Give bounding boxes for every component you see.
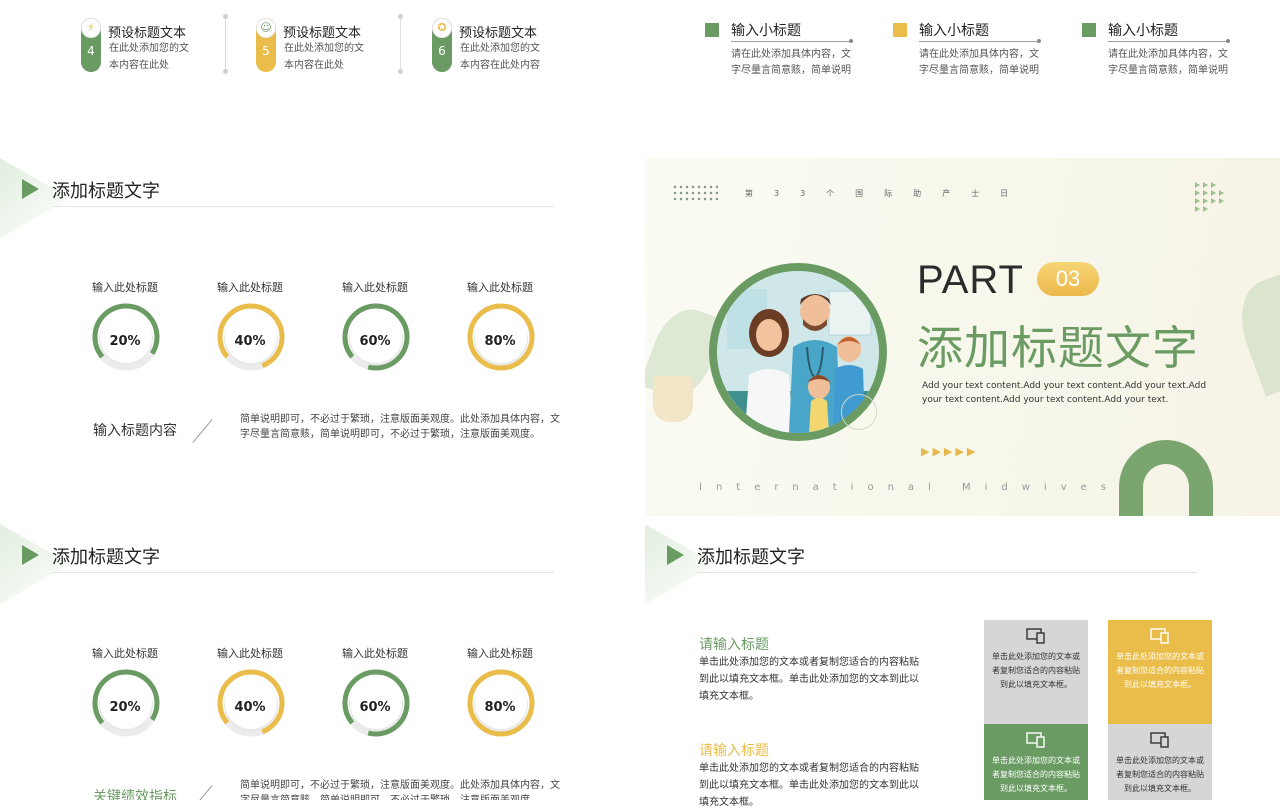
part-label: PART — [917, 258, 1024, 302]
step-desc: 在此处添加您的文本内容在此处 — [109, 43, 189, 71]
step-desc: 在此处添加您的文本内容在此处内容 — [460, 43, 540, 71]
gauge-label: 输入此处标题 — [467, 647, 533, 660]
card-text: 单击此处添加您的文本或者复制您适合的内容粘贴到此以填充文本框。 — [1116, 652, 1204, 689]
devices-icon — [1150, 628, 1169, 644]
devices-icon — [1026, 732, 1045, 748]
gauge-value: 40% — [234, 334, 266, 349]
subtitle-title: 输入小标题 — [731, 23, 801, 39]
step-desc: 在此处添加您的文本内容在此处 — [284, 43, 364, 71]
title-underline — [52, 572, 554, 573]
slide-title: 添加标题文字 — [52, 547, 160, 568]
step-number: 4 — [87, 44, 95, 58]
info-card-4: 单击此处添加您的文本或者复制您适合的内容粘贴到此以填充文本框。 — [1108, 724, 1212, 800]
info-card-1: 单击此处添加您的文本或者复制您适合的内容粘贴到此以填充文本框。 — [984, 620, 1088, 724]
gauge-label: 输入此处标题 — [217, 281, 283, 294]
kpi-title: 关键绩效指标 — [93, 789, 177, 800]
top-left-slide-fragment: ⚡ 4 预设标题文本 在此处添加您的文本内容在此处 ☺ 5 预设标题文本 在此处… — [0, 0, 640, 108]
subtitle-desc: 请在此处添加具体内容，文字尽量言简意赅，简单说明 — [919, 49, 1039, 76]
prompt-text-1: 单击此处添加您的文本或者复制您适合的内容粘贴到此以填充文本框。单击此处添加您的文… — [699, 657, 919, 702]
step-item-5: ☺ 5 预设标题文本 在此处添加您的文本内容在此处 — [256, 14, 406, 74]
title-underline — [697, 572, 1197, 573]
info-card-3: 单击此处添加您的文本或者复制您适合的内容粘贴到此以填充文本框。 — [984, 724, 1088, 800]
slide-title: 添加标题文字 — [697, 547, 805, 568]
devices-icon — [1150, 732, 1169, 748]
award-icon: ✪ — [432, 18, 452, 38]
people-icon: ☺ — [256, 18, 276, 38]
step-pill: ☺ 5 — [256, 18, 276, 72]
step-pill: ⚡ 4 — [81, 18, 101, 72]
step-title: 预设标题文本 — [459, 26, 538, 41]
step-number: 5 — [262, 44, 270, 58]
top-right-slide-fragment: 输入小标题 请在此处添加具体内容，文字尽量言简意赅，简单说明 输入小标题 请在此… — [645, 0, 1280, 108]
card-text: 单击此处添加您的文本或者复制您适合的内容粘贴到此以填充文本框。 — [992, 652, 1080, 689]
step-title: 预设标题文本 — [283, 26, 362, 41]
step-item-6: ✪ 6 预设标题文本 在此处添加您的文本内容在此处内容 — [432, 14, 582, 74]
play-triangle-icon — [22, 545, 39, 565]
gauge-label: 输入此处标题 — [342, 647, 408, 660]
gauge-value: 80% — [484, 700, 516, 715]
subtitle-line — [1108, 39, 1230, 43]
square-marker — [705, 23, 719, 37]
prompt-title-1: 请输入标题 — [699, 637, 769, 653]
slide-gauges-a: 添加标题文字 输入此处标题 20% 输入此处标题 40% 输入此处标题 60% … — [0, 158, 640, 516]
gauge-value: 60% — [359, 334, 391, 349]
section-title: 添加标题文字 — [917, 321, 1199, 375]
dot-grid-decoration — [672, 184, 718, 202]
info-card-2: 单击此处添加您的文本或者复制您适合的内容粘贴到此以填充文本框。 — [1108, 620, 1212, 724]
gauge-value: 60% — [359, 700, 391, 715]
slash-divider — [192, 785, 213, 800]
arch-decoration — [1119, 440, 1213, 516]
subtitle-desc: 请在此处添加具体内容，文字尽量言简意赅，简单说明 — [731, 49, 851, 76]
step-item-4: ⚡ 4 预设标题文本 在此处添加您的文本内容在此处 — [81, 14, 231, 74]
section-description: Add your text content.Add your text cont… — [922, 381, 1207, 405]
step-number: 6 — [438, 44, 446, 58]
subtitle-line — [919, 39, 1041, 43]
triangle-grid-decoration — [1195, 182, 1224, 212]
divider — [398, 14, 403, 74]
leaf-decoration — [1228, 269, 1280, 397]
slide-title: 添加标题文字 — [52, 181, 160, 202]
event-caption: 第33个国际助产士日 — [745, 189, 1030, 198]
prompt-text-2: 单击此处添加您的文本或者复制您适合的内容粘贴到此以填充文本框。单击此处添加您的文… — [699, 763, 919, 808]
part-number-badge: 03 — [1037, 262, 1099, 296]
arrow-row-icon: ▶▶▶▶▶ — [921, 445, 979, 458]
subtitle-desc: 请在此处添加具体内容，文字尽量言简意赅，简单说明 — [1108, 49, 1228, 76]
section-cover-slide: 第33个国际助产士日 PART 03 添加标题文字 Add your text … — [645, 158, 1280, 516]
gauge-label: 输入此处标题 — [92, 647, 158, 660]
step-title: 预设标题文本 — [108, 26, 187, 41]
watermark-text: International Midwives — [699, 482, 1120, 493]
vase-decoration — [653, 376, 693, 422]
prompt-title-2: 请输入标题 — [699, 743, 769, 759]
step-pill: ✪ 6 — [432, 18, 452, 72]
card-text: 单击此处添加您的文本或者复制您适合的内容粘贴到此以填充文本框。 — [1116, 756, 1204, 793]
gauge-value: 80% — [484, 334, 516, 349]
subtitle-title: 输入小标题 — [1108, 23, 1178, 39]
subtitle-line — [731, 39, 853, 43]
gauge-label: 输入此处标题 — [467, 281, 533, 294]
gauge-value: 20% — [109, 700, 141, 715]
kpi-description: 简单说明即可，不必过于繁琐，注意版面美观度。此处添加具体内容，文字尽量言简意赅，… — [240, 414, 560, 440]
kpi-title: 输入标题内容 — [93, 423, 177, 439]
lightning-icon: ⚡ — [81, 18, 101, 38]
square-marker — [893, 23, 907, 37]
kpi-description: 简单说明即可，不必过于繁琐，注意版面美观度。此处添加具体内容，文字尽量言简意赅，… — [240, 780, 560, 800]
square-marker — [1082, 23, 1096, 37]
subtitle-title: 输入小标题 — [919, 23, 989, 39]
play-triangle-icon — [22, 179, 39, 199]
devices-icon — [1026, 628, 1045, 644]
divider — [223, 14, 228, 74]
slide-gauges-b: 添加标题文字 输入此处标题 20% 输入此处标题 40% 输入此处标题 60% … — [0, 524, 640, 800]
gauge-value: 20% — [109, 334, 141, 349]
slash-divider — [192, 419, 213, 443]
card-text: 单击此处添加您的文本或者复制您适合的内容粘贴到此以填充文本框。 — [992, 756, 1080, 793]
gauge-value: 40% — [234, 700, 266, 715]
play-triangle-icon — [667, 545, 684, 565]
title-underline — [52, 206, 554, 207]
gauge-label: 输入此处标题 — [92, 281, 158, 294]
gauge-label: 输入此处标题 — [342, 281, 408, 294]
gauge-label: 输入此处标题 — [217, 647, 283, 660]
ring-decoration — [841, 394, 877, 430]
